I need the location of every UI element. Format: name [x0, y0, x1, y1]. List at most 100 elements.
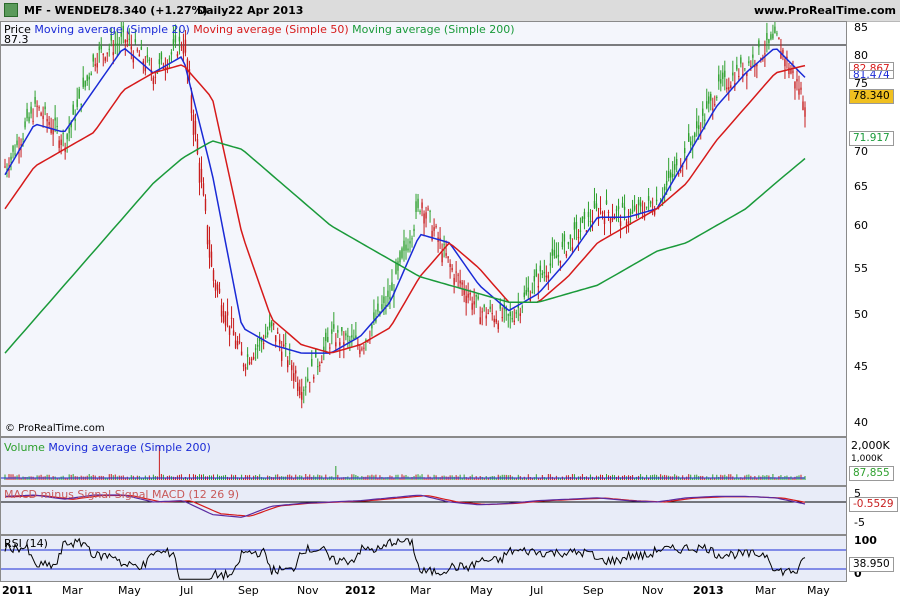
- candle: [104, 56, 106, 64]
- x-tick-label: 2011: [2, 584, 33, 597]
- candle: [495, 310, 497, 325]
- candle: [220, 298, 223, 323]
- candle: [744, 68, 746, 72]
- candle: [238, 333, 241, 345]
- series-line-ma20: [4, 47, 806, 354]
- x-tick-label: Mar: [410, 584, 431, 597]
- candle: [230, 306, 233, 329]
- series-line-ma50: [4, 64, 806, 354]
- candle: [389, 284, 391, 310]
- candle: [425, 206, 427, 228]
- rsi-panel[interactable]: RSI (14): [0, 535, 847, 582]
- candle: [248, 357, 251, 366]
- candle: [357, 337, 359, 350]
- candle: [421, 198, 423, 217]
- candle: [521, 304, 523, 314]
- candle: [198, 157, 201, 196]
- candle: [780, 38, 782, 59]
- y-tick: 2,000K: [851, 439, 890, 452]
- candle: [447, 256, 449, 263]
- candle: [176, 51, 179, 59]
- candle: [732, 60, 734, 82]
- candle: [270, 320, 273, 333]
- candle: [533, 269, 536, 295]
- x-tick-label: 2013: [693, 584, 724, 597]
- candle: [754, 59, 756, 77]
- candle: [706, 88, 708, 110]
- candle: [244, 363, 247, 377]
- candle: [345, 330, 347, 341]
- candle: [491, 303, 493, 321]
- candle: [313, 374, 315, 383]
- candle: [613, 213, 616, 220]
- candle: [553, 239, 556, 259]
- x-tick-label: May: [118, 584, 141, 597]
- candle: [299, 379, 301, 399]
- candle: [12, 144, 14, 159]
- candle: [319, 361, 321, 373]
- candle: [84, 80, 86, 91]
- candle: [720, 70, 722, 92]
- candle: [180, 41, 183, 51]
- candle: [327, 327, 329, 343]
- candle: [403, 229, 405, 262]
- candle: [794, 81, 796, 100]
- candle: [441, 243, 443, 267]
- candle: [182, 33, 185, 63]
- candle: [599, 196, 602, 215]
- y-tick: 65: [854, 180, 868, 193]
- candle: [276, 327, 279, 334]
- x-tick-label: 2012: [345, 584, 376, 597]
- candle: [166, 59, 169, 74]
- candle: [726, 78, 728, 93]
- candle: [487, 309, 489, 315]
- candle: [136, 47, 139, 53]
- candle: [587, 201, 590, 227]
- candle: [333, 312, 335, 332]
- symbol-label: MF - WENDEL: [24, 4, 108, 17]
- candle: [28, 112, 30, 124]
- candle: [395, 258, 397, 275]
- candle: [601, 210, 604, 220]
- candle: [4, 158, 6, 169]
- candle: [256, 337, 259, 359]
- candle: [34, 90, 36, 107]
- rsi-tag: 38.950: [849, 557, 894, 572]
- candle: [92, 53, 94, 68]
- candle: [728, 77, 730, 101]
- x-tick-label: Nov: [297, 584, 319, 597]
- y-tick: 60: [854, 219, 868, 232]
- price-legend: Price Moving average (Simple 20) Moving …: [4, 23, 515, 36]
- candle: [772, 24, 774, 40]
- candle: [381, 295, 383, 312]
- macd-panel[interactable]: MACD minus Signal Signal MACD (12 26 9): [0, 486, 847, 535]
- candle: [575, 214, 578, 241]
- candle: [537, 273, 540, 300]
- candle: [736, 56, 738, 72]
- x-tick-label: Mar: [755, 584, 776, 597]
- candle: [541, 270, 544, 279]
- price-panel[interactable]: Price Moving average (Simple 20) Moving …: [0, 21, 847, 437]
- candle: [68, 116, 70, 142]
- candle: [240, 342, 243, 356]
- rsi-line: [4, 537, 806, 581]
- candle: [557, 242, 560, 266]
- candle: [72, 100, 74, 115]
- candle: [467, 282, 469, 304]
- candle: [722, 65, 724, 87]
- candle: [712, 97, 714, 120]
- candle: [82, 66, 84, 89]
- candle: [437, 231, 439, 253]
- candle: [549, 252, 552, 274]
- volume-panel[interactable]: Volume Moving average (Simple 200): [0, 437, 847, 486]
- candle: [58, 136, 60, 153]
- candle: [331, 321, 333, 345]
- candle: [802, 95, 804, 111]
- candle: [232, 318, 235, 336]
- candle: [168, 55, 171, 70]
- candle: [30, 101, 32, 119]
- candle: [615, 205, 618, 222]
- y-tick: 1,000K: [851, 454, 883, 464]
- candle: [282, 334, 285, 348]
- candle: [293, 362, 295, 389]
